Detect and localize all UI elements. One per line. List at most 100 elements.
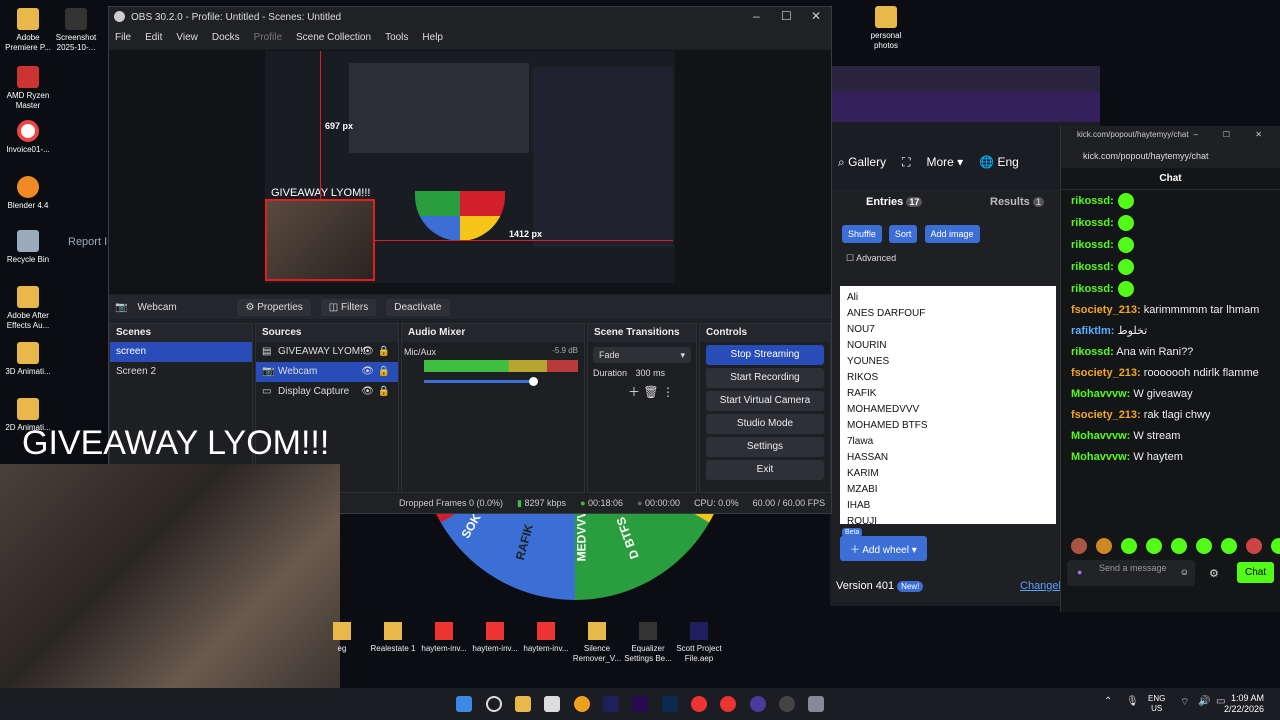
file-icon-item[interactable]: haytem-inv... — [418, 622, 470, 654]
settings-icon[interactable] — [808, 696, 824, 712]
file-icon-item[interactable]: haytem-inv... — [520, 622, 572, 654]
more-icon[interactable]: ⋮ — [662, 385, 674, 399]
slider-handle[interactable] — [529, 377, 538, 386]
report-link[interactable]: Report I — [68, 236, 107, 248]
transition-select[interactable]: Fade ▾ — [593, 347, 691, 363]
chat-username[interactable]: rikossd: — [1071, 261, 1114, 273]
chat-send-button[interactable]: Chat — [1237, 562, 1275, 583]
exit-button[interactable]: Exit — [706, 460, 824, 480]
chat-username[interactable]: rikossd: — [1071, 217, 1114, 229]
studio-mode-button[interactable]: Studio Mode — [706, 414, 824, 434]
emote-icon[interactable] — [1146, 538, 1162, 554]
plus-icon[interactable]: ＋ — [628, 385, 640, 399]
chat-username[interactable]: Mohavvvw: — [1071, 388, 1130, 400]
chat-username[interactable]: rikossd: — [1071, 283, 1114, 295]
source-item-webcam[interactable]: 📷 Webcam 👁 🔒 — [256, 362, 398, 382]
emote-icon[interactable] — [1271, 538, 1280, 554]
file-icon-item[interactable]: Silence Remover_V... — [571, 622, 623, 664]
menu-scene-collection[interactable]: Scene Collection — [296, 32, 371, 49]
emote-icon[interactable] — [1246, 538, 1262, 554]
maximize-icon[interactable]: ☐ — [781, 9, 792, 23]
properties-button[interactable]: ⚙ Properties — [237, 298, 311, 316]
minimize-icon[interactable]: – — [753, 9, 760, 23]
desktop-icon-after-effects[interactable]: Adobe After Effects Au... — [0, 286, 56, 331]
desktop-icon-invoice[interactable]: Invoice01-... — [0, 120, 56, 155]
lock-icon[interactable]: 🔒 — [378, 386, 390, 397]
mic-icon[interactable]: 🎙 — [1126, 696, 1139, 707]
start-icon[interactable] — [456, 696, 472, 712]
menu-file[interactable]: File — [115, 32, 131, 49]
file-icon-item[interactable]: Realestate 1 — [367, 622, 419, 654]
photoshop-icon[interactable] — [662, 696, 678, 712]
language-indicator[interactable]: ENG US — [1148, 694, 1165, 714]
duration-input[interactable]: 300 ms — [636, 368, 666, 378]
filters-button[interactable]: ◫ Filters — [320, 298, 377, 316]
settings-gear-icon[interactable]: ⚙ — [1209, 567, 1219, 580]
language-menu[interactable]: 🌐 Eng — [979, 155, 1019, 169]
menu-tools[interactable]: Tools — [385, 32, 408, 49]
settings-button[interactable]: Settings — [706, 437, 824, 457]
desktop-icon-screenshot[interactable]: Screenshot 2025-10-... — [48, 8, 104, 53]
menu-docks[interactable]: Docks — [212, 32, 240, 49]
emote-icon[interactable] — [1171, 538, 1187, 554]
mic-icon[interactable]: ● — [1077, 567, 1082, 577]
scene-item-screen-2[interactable]: Screen 2 — [110, 362, 252, 382]
menu-help[interactable]: Help — [422, 32, 443, 49]
chat-username[interactable]: fsociety_213: — [1071, 409, 1141, 421]
file-icon-item[interactable]: eg — [316, 622, 368, 654]
after-effects-icon[interactable] — [603, 696, 619, 712]
chat-username[interactable]: fsociety_213: — [1071, 304, 1141, 316]
file-explorer-icon[interactable] — [515, 696, 531, 712]
scene-item-screen[interactable]: screen — [110, 342, 252, 362]
desktop-icon-3d[interactable]: 3D Animati... — [0, 342, 56, 377]
start-virtual-camera-button[interactable]: Start Virtual Camera — [706, 391, 824, 411]
menu-profile[interactable]: Profile — [254, 32, 282, 49]
obs-preview[interactable]: 697 px 1412 px GIVEAWAY LYOM!!! — [109, 50, 831, 294]
emote-icon[interactable] — [1196, 538, 1212, 554]
visibility-icon[interactable]: 👁 — [361, 366, 374, 377]
clock[interactable]: 1:09 AM 2/22/2026 — [1224, 693, 1264, 715]
source-item-display-capture[interactable]: ▭ Display Capture 👁 🔒 — [256, 382, 398, 402]
search-icon[interactable] — [486, 696, 502, 712]
maximize-icon[interactable]: ☐ — [1223, 130, 1230, 139]
lock-icon[interactable]: 🔒 — [378, 346, 390, 357]
emoji-icon[interactable]: ☺ — [1180, 567, 1189, 577]
chrome-icon[interactable] — [720, 696, 736, 712]
source-item-giveaway[interactable]: ▤ GIVEAWAY LYOM!! 👁 🔒 — [256, 342, 398, 362]
blender-icon[interactable] — [574, 696, 590, 712]
emote-icon[interactable] — [1096, 538, 1112, 554]
close-icon[interactable]: ✕ — [811, 9, 821, 23]
chrome-icon[interactable] — [691, 696, 707, 712]
add-image-button[interactable]: Add image — [924, 225, 980, 243]
more-menu[interactable]: More ▾ — [926, 155, 963, 169]
stop-streaming-button[interactable]: Stop Streaming — [706, 345, 824, 365]
emote-icon[interactable] — [1121, 538, 1137, 554]
volume-icon[interactable]: 🔊 — [1198, 696, 1210, 707]
add-wheel-button[interactable]: Beta ＋ Add wheel ▾ — [840, 528, 931, 561]
chat-username[interactable]: rikossd: — [1071, 195, 1114, 207]
deactivate-button[interactable]: Deactivate — [386, 298, 450, 316]
chat-username[interactable]: fsociety_213: — [1071, 367, 1141, 379]
file-icon-item[interactable]: haytem-inv... — [469, 622, 521, 654]
chat-username[interactable]: rikossd: — [1071, 239, 1114, 251]
file-icon-item[interactable]: Equalizer Settings Be... — [622, 622, 674, 664]
emote-icon[interactable] — [1221, 538, 1237, 554]
chat-username[interactable]: Mohavvvw: — [1071, 451, 1130, 463]
wifi-icon[interactable]: ⌔ — [1180, 696, 1189, 709]
chat-input[interactable]: ● Send a message ☺ — [1067, 560, 1195, 586]
close-icon[interactable]: ✕ — [1255, 130, 1262, 139]
start-recording-button[interactable]: Start Recording — [706, 368, 824, 388]
chat-username[interactable]: Mohavvvw: — [1071, 430, 1130, 442]
preview-canvas[interactable]: 697 px 1412 px GIVEAWAY LYOM!!! — [265, 51, 675, 283]
tab-results[interactable]: Results 1 — [990, 196, 1044, 208]
premiere-icon[interactable] — [632, 696, 648, 712]
advanced-checkbox[interactable]: ☐ Advanced — [846, 253, 896, 264]
trash-icon[interactable]: 🗑 — [643, 385, 658, 399]
preview-webcam-source[interactable] — [265, 199, 375, 281]
changelog-link[interactable]: Changel — [1020, 580, 1061, 592]
browser-icon[interactable] — [779, 696, 795, 712]
sort-button[interactable]: Sort — [888, 225, 918, 243]
emote-icon[interactable] — [1071, 538, 1087, 554]
minimize-icon[interactable]: – — [1194, 130, 1198, 139]
visibility-icon[interactable]: 👁 — [361, 346, 374, 357]
